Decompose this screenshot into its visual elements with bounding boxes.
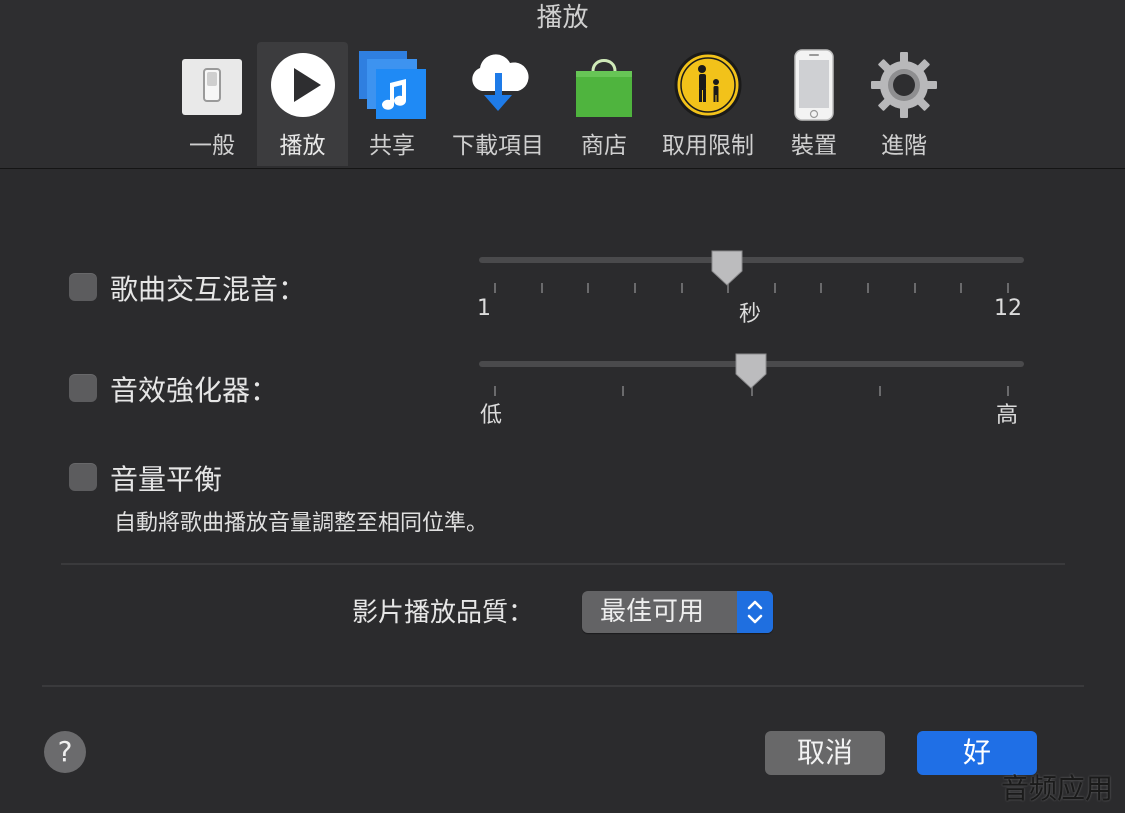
tab-playback[interactable]: 播放 bbox=[257, 42, 348, 166]
tab-label: 進階 bbox=[881, 133, 927, 159]
video-quality-label: 影片播放品質： bbox=[352, 598, 535, 628]
preferences-toolbar: 播放 一般 播放 共享 下載項目 商店 取用限制 裝置 進階 bbox=[0, 0, 1125, 169]
crossfade-tick bbox=[773, 283, 776, 293]
tab-label: 取用限制 bbox=[662, 133, 754, 159]
iphone-icon bbox=[778, 48, 850, 122]
switch-icon bbox=[176, 48, 248, 122]
tab-label: 商店 bbox=[581, 133, 627, 159]
tab-advanced[interactable]: 進階 bbox=[868, 42, 940, 166]
crossfade-label: 歌曲交互混音： bbox=[110, 273, 307, 306]
play-icon bbox=[267, 48, 339, 122]
tab-sharing[interactable]: 共享 bbox=[356, 42, 428, 166]
sound-enhancer-max-label: 高 bbox=[996, 403, 1019, 428]
sound-enhancer-tick bbox=[1007, 386, 1009, 396]
crossfade-tick bbox=[633, 283, 636, 293]
crossfade-tick bbox=[960, 283, 963, 293]
crossfade-tick bbox=[1007, 283, 1009, 293]
sound-enhancer-label: 音效強化器： bbox=[110, 374, 279, 407]
crossfade-unit-label: 秒 bbox=[739, 302, 762, 327]
sound-enhancer-checkbox[interactable] bbox=[69, 374, 97, 402]
tab-devices[interactable]: 裝置 bbox=[778, 42, 850, 166]
sound-enhancer-tick bbox=[878, 386, 881, 396]
footer-divider bbox=[42, 685, 1084, 687]
tab-label: 播放 bbox=[279, 133, 326, 159]
sound-check-description: 自動將歌曲播放音量調整至相同位準。 bbox=[114, 511, 489, 536]
tab-restrictions[interactable]: 取用限制 bbox=[656, 42, 760, 166]
window-title: 播放 bbox=[536, 3, 589, 33]
crossfade-slider-track[interactable] bbox=[479, 257, 1024, 263]
tab-label: 裝置 bbox=[791, 133, 837, 159]
sound-enhancer-tick bbox=[494, 386, 496, 396]
sound-check-checkbox[interactable] bbox=[69, 463, 97, 491]
crossfade-checkbox[interactable] bbox=[69, 273, 97, 301]
parental-controls-icon bbox=[672, 48, 744, 122]
help-button[interactable]: ? bbox=[44, 731, 86, 773]
cloud-download-icon bbox=[462, 48, 534, 122]
crossfade-tick bbox=[587, 283, 590, 293]
crossfade-tick bbox=[820, 283, 823, 293]
crossfade-min-label: 1 bbox=[477, 296, 491, 321]
shopping-bag-icon bbox=[568, 48, 640, 122]
crossfade-tick bbox=[680, 283, 683, 293]
sound-check-label: 音量平衡 bbox=[110, 463, 223, 496]
crossfade-tick bbox=[540, 283, 543, 293]
tab-store[interactable]: 商店 bbox=[568, 42, 640, 166]
crossfade-tick bbox=[867, 283, 870, 293]
chevron-up-down-icon bbox=[737, 591, 773, 633]
video-quality-popup[interactable]: 最佳可用 bbox=[582, 591, 773, 633]
cancel-button[interactable]: 取消 bbox=[765, 731, 885, 775]
watermark: 音频应用 bbox=[1000, 772, 1113, 805]
tab-label: 一般 bbox=[189, 133, 235, 159]
section-divider bbox=[61, 563, 1065, 565]
tab-label: 下載項目 bbox=[452, 133, 544, 159]
crossfade-max-label: 12 bbox=[994, 296, 1022, 321]
sound-enhancer-slider-thumb[interactable] bbox=[733, 352, 769, 394]
crossfade-slider-thumb[interactable] bbox=[709, 249, 745, 291]
video-quality-value: 最佳可用 bbox=[600, 597, 705, 627]
gear-icon bbox=[868, 48, 940, 122]
sound-enhancer-min-label: 低 bbox=[480, 403, 503, 428]
crossfade-tick bbox=[913, 283, 916, 293]
music-library-icon bbox=[356, 48, 428, 122]
tab-general[interactable]: 一般 bbox=[176, 42, 248, 166]
tab-label: 共享 bbox=[369, 133, 415, 159]
tab-downloads[interactable]: 下載項目 bbox=[446, 42, 550, 166]
sound-enhancer-tick bbox=[622, 386, 625, 396]
crossfade-tick bbox=[494, 283, 496, 293]
